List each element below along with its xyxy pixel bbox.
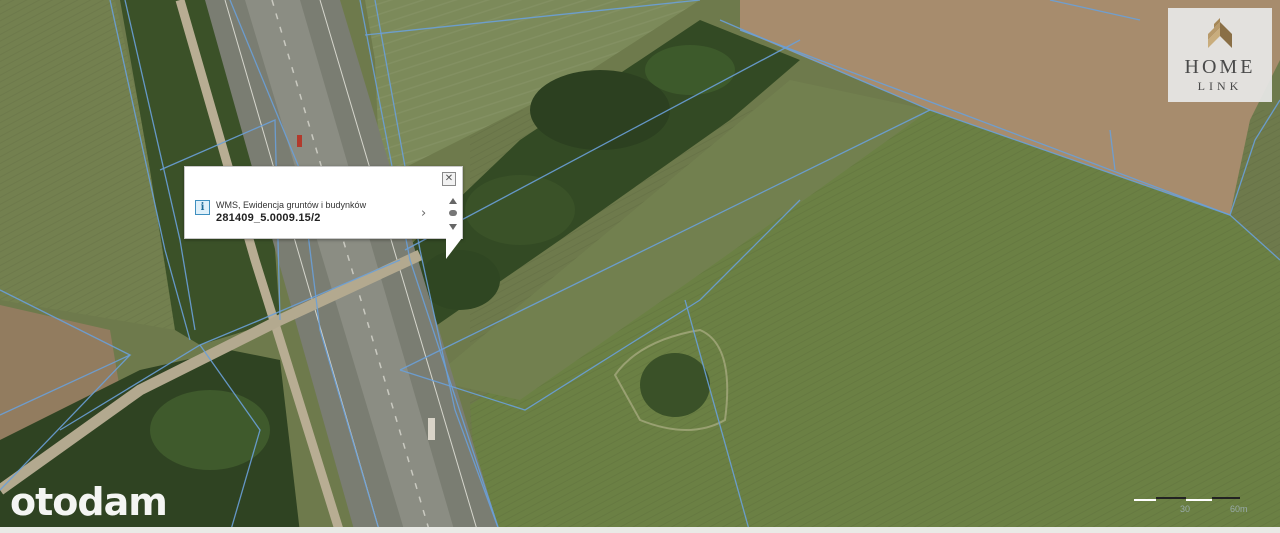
logo-text-home: HOME <box>1184 56 1256 78</box>
aerial-map[interactable] <box>0 0 1280 533</box>
info-icon: i <box>195 200 210 215</box>
scale-bar: 30 60m <box>1134 494 1248 514</box>
tree-patch <box>640 353 710 417</box>
otodam-watermark: otodam <box>10 480 168 524</box>
logo-text-link: LINK <box>1197 79 1243 93</box>
feature-info-popup: ✕ i WMS, Ewidencja gruntów i budynków 28… <box>184 166 463 239</box>
scale-label-mid: 30 <box>1180 504 1191 514</box>
home-link-logo: HOME LINK <box>1168 8 1272 102</box>
dot-icon[interactable] <box>449 210 457 216</box>
popup-tail <box>446 238 462 259</box>
scale-label-end: 60m <box>1230 504 1248 514</box>
house-logo-icon <box>1208 18 1232 48</box>
arrow-up-icon[interactable] <box>449 198 457 204</box>
parcel-id: 281409_5.0009.15/2 <box>216 212 321 224</box>
chevron-right-icon[interactable]: › <box>421 206 426 221</box>
arrow-down-icon[interactable] <box>449 224 457 230</box>
popup-layer-name: WMS, Ewidencja gruntów i budynków <box>216 200 367 210</box>
bottom-strip <box>0 527 1280 533</box>
scale-segment <box>1212 497 1240 499</box>
scale-segment <box>1134 499 1156 501</box>
scale-segment <box>1156 497 1186 499</box>
scale-segment <box>1186 499 1212 501</box>
popup-pager <box>448 195 458 233</box>
close-icon[interactable]: ✕ <box>442 172 456 186</box>
